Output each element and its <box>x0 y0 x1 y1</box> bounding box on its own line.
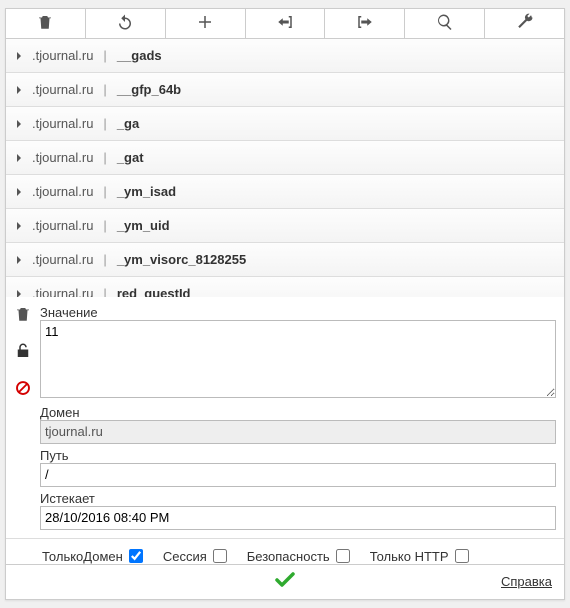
confirm-button[interactable] <box>272 568 298 595</box>
chevron-right-icon <box>14 153 24 163</box>
cookie-editor-panel: .tjournal.ru | __gads .tjournal.ru | __gfp_64… <box>5 8 565 600</box>
secure-checkbox[interactable] <box>336 549 350 563</box>
import-button[interactable] <box>246 9 326 38</box>
search-icon <box>436 13 454 34</box>
domain-input[interactable] <box>40 420 556 444</box>
cookie-name: _ym_isad <box>117 184 176 199</box>
search-button[interactable] <box>405 9 485 38</box>
cookie-domain: .tjournal.ru <box>32 116 93 131</box>
plus-icon <box>196 13 214 34</box>
secure-label: Безопасность <box>247 549 330 564</box>
separator: | <box>103 184 106 199</box>
chevron-right-icon <box>14 85 24 95</box>
cookie-detail: Значение Домен Путь Истекает <box>6 297 564 539</box>
separator: | <box>103 48 106 63</box>
cookie-row[interactable]: .tjournal.ru | red_guestId <box>6 277 564 296</box>
help-link[interactable]: Справка <box>501 574 552 589</box>
hostonly-checkbox[interactable] <box>129 549 143 563</box>
cookie-row[interactable]: .tjournal.ru | __gfp_64b <box>6 73 564 107</box>
session-checkbox[interactable] <box>213 549 227 563</box>
cookie-row[interactable]: .tjournal.ru | _ym_uid <box>6 209 564 243</box>
cookie-row[interactable]: .tjournal.ru | _ga <box>6 107 564 141</box>
secure-group[interactable]: Безопасность <box>247 549 350 564</box>
cookie-domain: .tjournal.ru <box>32 252 93 267</box>
chevron-right-icon <box>14 187 24 197</box>
separator: | <box>103 218 106 233</box>
chevron-right-icon <box>14 255 24 265</box>
chevron-right-icon <box>14 221 24 231</box>
footer: Справка <box>6 564 564 599</box>
cookie-row[interactable]: .tjournal.ru | _ym_isad <box>6 175 564 209</box>
wrench-icon <box>516 13 534 34</box>
value-input[interactable] <box>40 320 556 398</box>
detail-side-actions <box>6 297 40 530</box>
chevron-right-icon <box>14 51 24 61</box>
import-icon <box>276 13 294 34</box>
cookie-row[interactable]: .tjournal.ru | _ym_visorc_8128255 <box>6 243 564 277</box>
undo-icon <box>116 13 134 34</box>
hostonly-label: ТолькоДомен <box>42 549 123 564</box>
httponly-label: Только HTTP <box>370 549 449 564</box>
separator: | <box>103 286 106 296</box>
cookie-name: _gat <box>117 150 144 165</box>
export-button[interactable] <box>325 9 405 38</box>
block-icon[interactable] <box>14 379 32 400</box>
expires-input[interactable] <box>40 506 556 530</box>
session-label: Сессия <box>163 549 207 564</box>
cookie-name: _ym_uid <box>117 218 170 233</box>
toolbar <box>6 9 564 39</box>
value-label: Значение <box>40 305 556 320</box>
add-button[interactable] <box>166 9 246 38</box>
hostonly-group[interactable]: ТолькоДомен <box>42 549 143 564</box>
export-icon <box>356 13 374 34</box>
cookie-row[interactable]: .tjournal.ru | _gat <box>6 141 564 175</box>
trash-icon[interactable] <box>14 305 32 326</box>
separator: | <box>103 252 106 267</box>
cookie-list: .tjournal.ru | __gads .tjournal.ru | __gfp_64… <box>6 39 564 296</box>
chevron-right-icon <box>14 289 24 297</box>
httponly-checkbox[interactable] <box>455 549 469 563</box>
separator: | <box>103 150 106 165</box>
cookie-name: red_guestId <box>117 286 191 296</box>
settings-button[interactable] <box>485 9 564 38</box>
cookie-name: _ga <box>117 116 139 131</box>
httponly-group[interactable]: Только HTTP <box>370 549 469 564</box>
session-group[interactable]: Сессия <box>163 549 227 564</box>
detail-main: Значение Домен Путь Истекает <box>40 297 564 530</box>
cookie-domain: .tjournal.ru <box>32 218 93 233</box>
trash-icon <box>36 13 54 34</box>
cookie-domain: .tjournal.ru <box>32 48 93 63</box>
delete-button[interactable] <box>6 9 86 38</box>
cookie-name: __gfp_64b <box>117 82 181 97</box>
cookie-domain: .tjournal.ru <box>32 184 93 199</box>
path-input[interactable] <box>40 463 556 487</box>
cookie-name: __gads <box>117 48 162 63</box>
restore-button[interactable] <box>86 9 166 38</box>
cookie-domain: .tjournal.ru <box>32 150 93 165</box>
cookie-domain: .tjournal.ru <box>32 286 93 296</box>
chevron-right-icon <box>14 119 24 129</box>
cookie-domain: .tjournal.ru <box>32 82 93 97</box>
cookie-name: _ym_visorc_8128255 <box>117 252 246 267</box>
cookie-row[interactable]: .tjournal.ru | __gads <box>6 39 564 73</box>
separator: | <box>103 116 106 131</box>
path-label: Путь <box>40 448 556 463</box>
expires-label: Истекает <box>40 491 556 506</box>
unlock-icon[interactable] <box>14 342 32 363</box>
flags-row: ТолькоДомен Сессия Безопасность Только H… <box>6 539 564 564</box>
domain-label: Домен <box>40 405 556 420</box>
separator: | <box>103 82 106 97</box>
